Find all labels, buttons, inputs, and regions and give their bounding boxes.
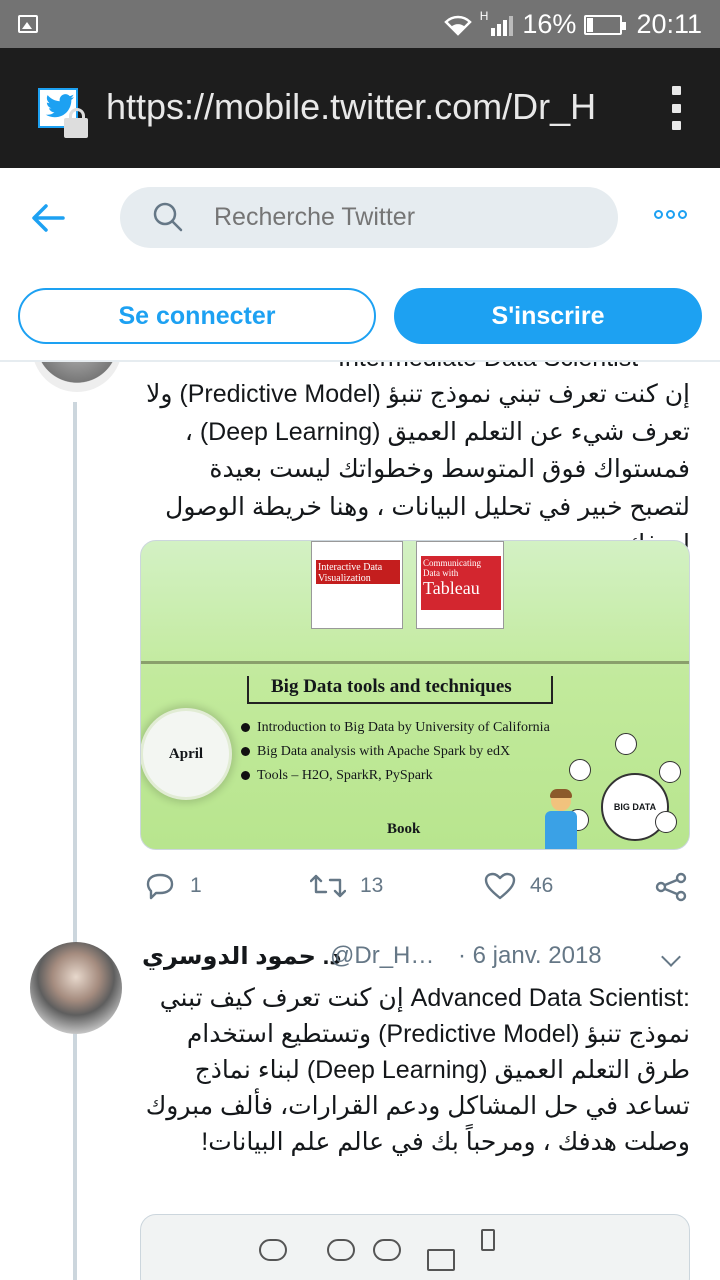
- avatar[interactable]: [32, 362, 122, 392]
- network-type: H: [479, 9, 489, 23]
- like-button[interactable]: 46: [484, 872, 553, 900]
- avatar[interactable]: [30, 942, 122, 1034]
- separator-bar: [141, 661, 689, 664]
- signup-button[interactable]: S'inscrire: [394, 288, 702, 344]
- timeline: Intermediate Data Scientist إن كنت تعرف …: [0, 362, 720, 1280]
- tweet-media-image[interactable]: Interactive Data Visualization for the We…: [140, 540, 690, 850]
- chart-icon: [615, 733, 637, 755]
- chevron-down-icon[interactable]: [661, 947, 681, 967]
- reply-count: 1: [190, 874, 202, 897]
- book-cover: Communicating Data with Tableau: [416, 541, 504, 629]
- url-text[interactable]: https://mobile.twitter.com/Dr_H: [106, 86, 606, 128]
- login-button[interactable]: Se connecter: [18, 288, 376, 344]
- tweet-text: إن كنت تعرف تبني نموذج تنبؤ (Predictive …: [146, 380, 690, 558]
- tweet-media-image[interactable]: [140, 1214, 690, 1280]
- wifi-icon: [443, 15, 472, 36]
- presenter-illustration: [541, 789, 581, 849]
- signal-icon: [491, 15, 514, 36]
- search-icon: [153, 202, 183, 232]
- user-name[interactable]: د. حمود الدوسري: [142, 942, 342, 971]
- thread-connector: [73, 402, 77, 1280]
- reply-button[interactable]: 1: [144, 872, 202, 900]
- more-options-icon[interactable]: [654, 210, 687, 219]
- course-list: Introduction to Big Data by University o…: [241, 719, 581, 791]
- monitor-icon: [427, 1249, 455, 1271]
- device-icon: [481, 1229, 495, 1251]
- network-icon: [659, 761, 681, 783]
- tweet-text: :Advanced Data Scientist إن كنت تعرف كيف…: [145, 984, 690, 1156]
- book-label: Book: [387, 821, 421, 837]
- month-badge: April: [143, 711, 229, 797]
- search-box[interactable]: [120, 187, 618, 248]
- status-icons: H 16% 20:11: [443, 9, 702, 40]
- battery-icon: [584, 14, 627, 35]
- reply-icon: [146, 873, 174, 900]
- nodes-icon: [655, 811, 677, 833]
- twitter-header: Se connecter S'inscrire: [0, 168, 720, 358]
- share-icon: [655, 872, 687, 902]
- tweet-text-cut: Intermediate Data Scientist: [338, 362, 638, 372]
- list-item: Big Data analysis with Apache Spark by e…: [241, 743, 581, 760]
- browser-url-bar: https://mobile.twitter.com/Dr_H: [0, 48, 720, 168]
- book-title: Interactive Data Visualization: [318, 562, 383, 584]
- user-handle[interactable]: @Dr_H…: [330, 942, 434, 970]
- browser-menu-icon[interactable]: [672, 86, 682, 130]
- tweet-actions: 1 13 46: [0, 872, 720, 912]
- back-arrow-icon[interactable]: [30, 200, 66, 236]
- status-bar: H 16% 20:11: [0, 0, 720, 48]
- book-title: Communicating Data with: [423, 558, 481, 578]
- clock: 20:11: [636, 9, 702, 39]
- list-item: Tools – H2O, SparkR, PySpark: [241, 767, 581, 784]
- like-count: 46: [530, 874, 554, 897]
- book-subtitle: for the Web: [318, 585, 355, 594]
- cloud-icon: [259, 1239, 287, 1261]
- tweet-header: د. حمود الدوسري @Dr_H… · 6 janv. 2018: [142, 942, 692, 976]
- people-icon: [373, 1239, 401, 1261]
- heart-icon: [484, 872, 516, 900]
- people-icon: [327, 1239, 355, 1261]
- tweet-date[interactable]: · 6 janv. 2018: [458, 942, 602, 970]
- share-button[interactable]: [654, 872, 688, 902]
- retweet-icon: [310, 874, 346, 898]
- analytics-icon: [569, 759, 591, 781]
- media-heading: Big Data tools and techniques: [247, 676, 553, 704]
- image-notification-icon: [18, 15, 38, 33]
- book-cover: Interactive Data Visualization for the We…: [311, 541, 403, 629]
- battery-percent: 16%: [522, 9, 577, 39]
- lock-icon: [64, 108, 88, 138]
- list-item: Introduction to Big Data by University o…: [241, 719, 581, 736]
- search-input[interactable]: [214, 187, 594, 248]
- retweet-count: 13: [360, 874, 384, 897]
- book-brand: Tableau: [423, 578, 480, 598]
- retweet-button[interactable]: 13: [310, 872, 383, 900]
